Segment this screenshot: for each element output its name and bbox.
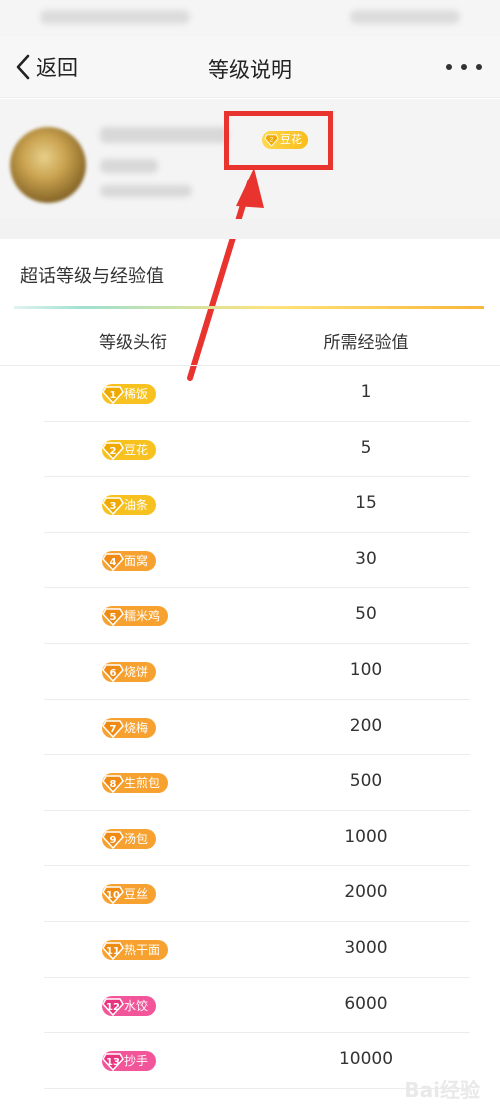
diamond-icon: 11 — [102, 939, 124, 961]
table-row: 8 生煎包 500 — [44, 755, 470, 811]
level-badge: 11 热干面 — [102, 939, 169, 961]
exp-value: 1 — [360, 382, 372, 402]
level-number: 10 — [106, 890, 120, 902]
exp-value: 200 — [349, 715, 383, 736]
level-number: 3 — [109, 501, 117, 513]
diamond-icon: 7 — [102, 717, 124, 739]
level-badge: 7 烧梅 — [102, 717, 157, 739]
level-number: 11 — [106, 945, 120, 957]
table-row: 2 豆花 5 — [44, 422, 470, 478]
diamond-icon: 2 — [102, 439, 124, 461]
level-badge: 5 糯米鸡 — [102, 605, 169, 627]
level-badge: 6 烧饼 — [102, 661, 157, 683]
exp-value: 3000 — [344, 937, 388, 958]
level-number: 12 — [106, 1001, 120, 1013]
level-badge: 12 水饺 — [102, 995, 157, 1017]
table-row: 9 汤包 1000 — [44, 811, 470, 867]
diamond-icon: 12 — [102, 995, 124, 1017]
exp-value: 100 — [349, 659, 383, 680]
level-title: 豆丝 — [124, 887, 149, 902]
level-title: 热干面 — [124, 942, 161, 957]
exp-value: 2000 — [344, 882, 388, 903]
level-badge: 8 生煎包 — [102, 772, 169, 794]
level-table: 1 稀饭 1 2 豆花 5 3 油条 15 4 面窝 30 5 糯米鸡 50 6 烧饼 100 7 烧梅 200 8 生煎包… — [0, 366, 500, 1089]
diamond-icon: 6 — [102, 661, 124, 683]
title-underline — [14, 306, 484, 309]
diamond-icon: 9 — [102, 828, 124, 850]
level-badge: 10 豆丝 — [102, 883, 157, 905]
diamond-icon: 13 — [102, 1050, 124, 1072]
table-row: 7 烧梅 200 — [44, 700, 470, 756]
diamond-icon: 5 — [102, 605, 124, 627]
diamond-icon: 1 — [102, 383, 124, 405]
table-row: 10 豆丝 2000 — [44, 866, 470, 922]
level-number: 7 — [109, 723, 117, 735]
table-row: 5 糯米鸡 50 — [44, 588, 470, 644]
level-title: 稀饭 — [124, 387, 149, 401]
section-divider — [0, 219, 500, 239]
table-row: 11 热干面 3000 — [44, 922, 470, 978]
exp-value: 5 — [360, 437, 372, 458]
exp-value: 10000 — [338, 1049, 394, 1070]
exp-value: 15 — [355, 493, 377, 514]
exp-value: 1000 — [344, 826, 388, 847]
level-badge: 13 抄手 — [102, 1050, 157, 1072]
level-title: 油条 — [124, 498, 149, 513]
level-number: 13 — [106, 1057, 120, 1069]
level-number: 5 — [109, 612, 117, 624]
level-number: 4 — [109, 556, 117, 568]
level-badge: 2 豆花 — [102, 439, 157, 461]
level-number: 6 — [109, 667, 117, 679]
column-header-exp: 所需经验值 — [323, 333, 409, 353]
exp-value: 6000 — [344, 993, 388, 1014]
level-title: 烧梅 — [124, 720, 149, 735]
level-badge: 3 油条 — [102, 494, 157, 516]
diamond-icon: 3 — [102, 494, 124, 516]
level-badge: 1 稀饭 — [102, 383, 157, 405]
column-header-title: 等级头衔 — [99, 333, 167, 353]
exp-value: 50 — [355, 604, 377, 625]
table-header: 等级头衔 所需经验值 — [0, 312, 500, 366]
level-title: 生煎包 — [124, 776, 161, 791]
level-number: 8 — [109, 779, 117, 791]
table-row: 4 面窝 30 — [44, 533, 470, 589]
level-title: 水饺 — [124, 998, 149, 1013]
level-title: 面窝 — [124, 553, 149, 568]
table-row: 1 稀饭 1 — [44, 366, 470, 422]
level-title: 汤包 — [124, 831, 149, 846]
diamond-icon: 10 — [102, 883, 124, 905]
level-number: 9 — [109, 834, 117, 846]
diamond-icon: 4 — [102, 550, 124, 572]
level-badge: 9 汤包 — [102, 828, 157, 850]
watermark: Bai经验 — [404, 1078, 480, 1102]
level-title: 抄手 — [124, 1054, 149, 1069]
exp-value: 500 — [349, 771, 383, 792]
level-number: 2 — [109, 445, 117, 457]
diamond-icon: 8 — [102, 772, 124, 794]
table-row: 6 烧饼 100 — [44, 644, 470, 700]
level-title: 豆花 — [124, 442, 149, 457]
level-badge: 4 面窝 — [102, 550, 157, 572]
table-row: 12 水饺 6000 — [44, 978, 470, 1034]
section-title: 超话等级与经验值 — [20, 266, 164, 287]
table-row: 3 油条 15 — [44, 477, 470, 533]
level-number: 1 — [109, 390, 117, 401]
level-title: 烧饼 — [124, 664, 149, 679]
exp-value: 30 — [355, 548, 377, 569]
level-title: 糯米鸡 — [124, 609, 161, 624]
